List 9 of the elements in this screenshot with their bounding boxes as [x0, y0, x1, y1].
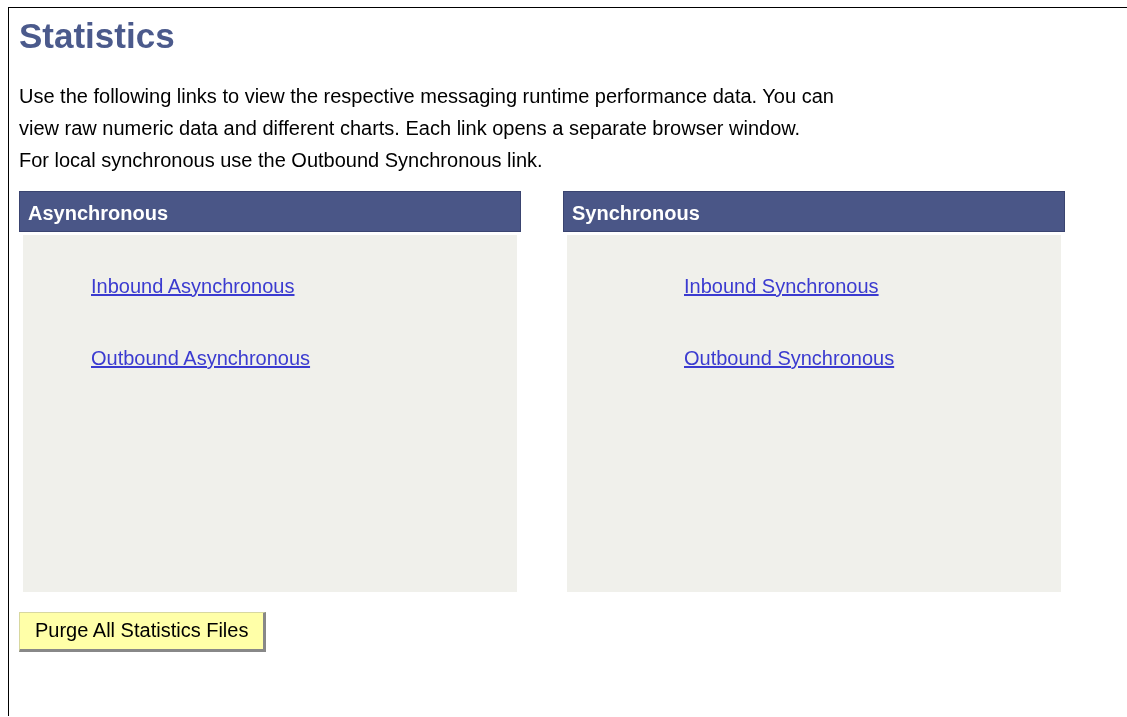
purge-button[interactable]: Purge All Statistics Files — [19, 612, 267, 652]
panel-header: Synchronous — [563, 191, 1065, 232]
description-text: Use the following links to view the respective messaging runtime performance data. You can view raw numeric data and different charts. Each link opens a separate browser window. For local synchronous use the Outbound Synchronous link. — [19, 84, 834, 173]
panel-header: Asynchronous — [19, 191, 521, 232]
statistics-link[interactable]: Outbound Synchronous — [684, 345, 895, 371]
statistics-link[interactable]: Inbound Asynchronous — [91, 273, 295, 299]
page-title: Statistics — [19, 16, 176, 56]
statistics-link[interactable]: Outbound Asynchronous — [91, 345, 311, 371]
statistics-link[interactable]: Inbound Synchronous — [684, 273, 879, 299]
